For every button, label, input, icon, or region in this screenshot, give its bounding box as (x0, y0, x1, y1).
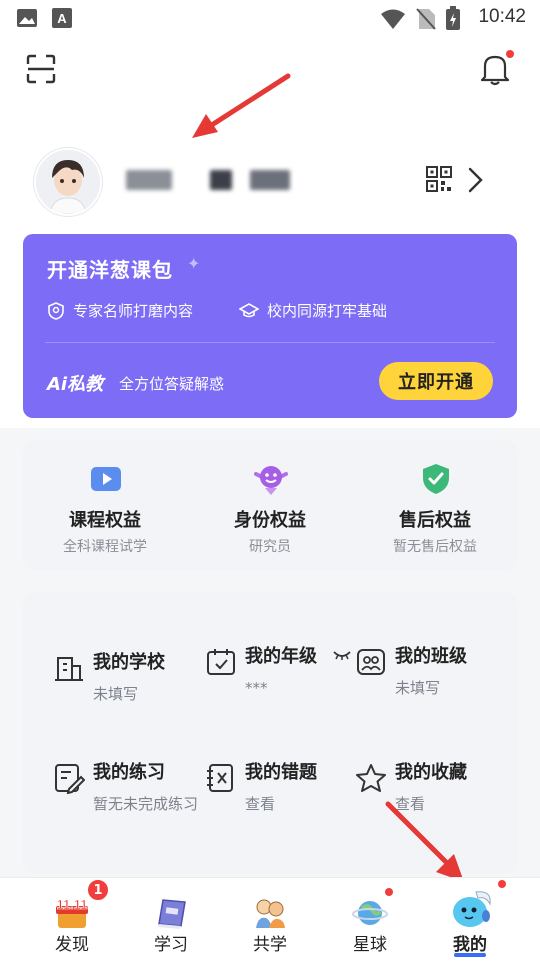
annotation-arrow (192, 73, 291, 138)
nav-label: 学习 (154, 935, 188, 955)
card-feature: 专家名师打磨内容 (47, 300, 193, 321)
benefits-panel: 课程权益 全科课程试学 身份权益 研究员 售后权益 暂无售后权益 (23, 440, 517, 570)
item-value: 未填写 (395, 679, 441, 697)
eye-hidden-icon[interactable] (333, 650, 351, 660)
no-sim-icon (416, 8, 436, 30)
benefit-course[interactable]: 课程权益 全科课程试学 (23, 440, 187, 570)
benefit-identity[interactable]: 身份权益 研究员 (188, 440, 352, 570)
item-value: 未填写 (93, 685, 139, 703)
benefit-title: 身份权益 (234, 510, 306, 531)
book-icon (158, 899, 186, 929)
card-title: 开通洋葱课包 (47, 258, 173, 282)
mine-notification-dot (498, 880, 506, 888)
wifi-icon (381, 9, 405, 29)
ai-tutor-subtitle: 全方位答疑解惑 (119, 375, 225, 393)
qr-code-icon[interactable] (426, 166, 452, 192)
item-title: 我的年级 (245, 646, 317, 667)
nav-label: 星球 (353, 935, 387, 955)
open-now-button[interactable]: 立即开通 (379, 362, 493, 400)
username-redacted (126, 170, 172, 190)
card-feature: 校内同源打牢基础 (239, 300, 387, 321)
benefit-subtitle: 暂无售后权益 (393, 539, 477, 555)
my-school[interactable]: 我的学校 未填写 (53, 648, 213, 758)
wrong-book-icon (207, 764, 233, 792)
feature-label: 专家名师打磨内容 (73, 302, 194, 320)
scan-icon[interactable] (26, 54, 56, 84)
username-redacted (250, 170, 290, 190)
nav-label: 我的 (453, 935, 487, 955)
item-title: 我的练习 (93, 762, 165, 783)
shield-check-icon (423, 464, 449, 494)
sparkle-icon: ✦ (187, 254, 201, 273)
my-practice[interactable]: 我的练习 暂无未完成练习 (53, 758, 213, 868)
school-icon (55, 657, 83, 681)
expert-icon (48, 301, 64, 320)
annotation-arrow (385, 801, 464, 882)
item-title: 我的学校 (93, 652, 165, 673)
username-redacted (210, 170, 232, 190)
notification-dot (506, 50, 514, 58)
benefit-subtitle: 研究员 (249, 539, 291, 555)
status-bar: A 10:42 (0, 0, 540, 38)
gallery-icon (17, 9, 37, 27)
nav-colearn[interactable]: 共学 (216, 878, 324, 961)
edit-icon (55, 764, 85, 794)
battery-icon (446, 6, 460, 30)
chevron-right-icon[interactable] (464, 166, 486, 194)
item-title: 我的错题 (245, 762, 317, 783)
nav-mine[interactable]: 我的 (416, 878, 524, 961)
item-title: 我的收藏 (395, 762, 467, 783)
together-icon (256, 899, 285, 928)
item-value: *** (245, 679, 268, 697)
star-icon (356, 764, 386, 792)
ai-tutor-logo: Ai私教 (47, 374, 104, 395)
active-tab-indicator (454, 953, 486, 957)
bottom-nav: 11.11 发现 学习 共学 星球 我的 (0, 877, 540, 961)
benefit-after-sales[interactable]: 售后权益 暂无售后权益 (353, 440, 517, 570)
play-icon (91, 467, 121, 491)
my-wrong-questions[interactable]: 我的错题 查看 (205, 758, 365, 868)
avatar-image (36, 150, 100, 214)
item-title: 我的班级 (395, 646, 467, 667)
benefit-title: 课程权益 (69, 510, 141, 531)
calendar-icon (207, 649, 235, 675)
avatar[interactable] (34, 148, 102, 216)
nav-label: 共学 (253, 935, 287, 955)
class-icon (357, 649, 385, 675)
identity-badge-icon (254, 466, 288, 495)
course-package-card[interactable]: 开通洋葱课包 ✦ 专家名师打磨内容 校内同源打牢基础 Ai私教 全方位答疑解惑 … (23, 234, 517, 418)
nav-planet[interactable]: 星球 (316, 878, 424, 961)
benefit-subtitle: 全科课程试学 (63, 539, 147, 555)
bell-icon[interactable] (480, 52, 510, 86)
feature-label: 校内同源打牢基础 (267, 302, 388, 320)
planet-icon (352, 901, 388, 925)
planet-notification-dot (385, 888, 393, 896)
svg-text:11.11: 11.11 (56, 897, 87, 912)
discover-badge: 1 (86, 878, 110, 902)
app-a-icon: A (52, 8, 72, 28)
card-divider (45, 342, 495, 343)
svg-text:A: A (57, 11, 67, 26)
nav-study[interactable]: 学习 (117, 878, 225, 961)
mascot-icon (453, 891, 491, 927)
status-time: 10:42 (478, 6, 526, 27)
my-class[interactable]: 我的班级 未填写 (355, 642, 515, 752)
my-grade[interactable]: 我的年级 *** (205, 642, 365, 752)
item-value: 暂无未完成练习 (93, 795, 199, 813)
nav-label: 发现 (55, 935, 89, 955)
benefit-title: 售后权益 (399, 510, 471, 531)
discover-1111-icon: 11.11 (56, 897, 88, 928)
item-value: 查看 (245, 795, 276, 813)
graduation-cap-icon (239, 302, 259, 317)
